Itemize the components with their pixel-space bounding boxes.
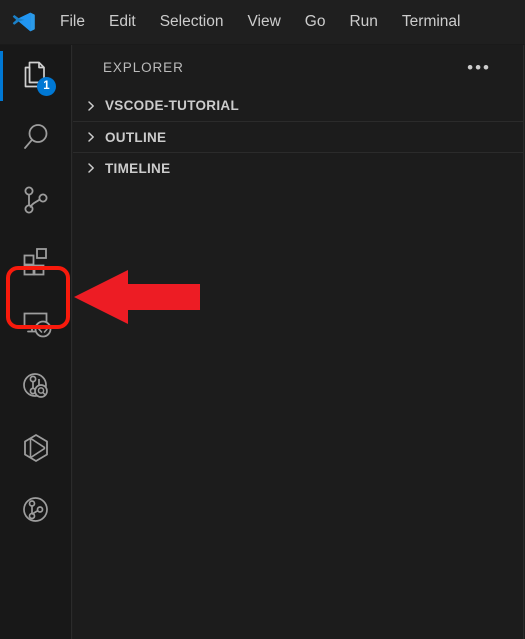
vscode-logo-icon	[0, 0, 48, 45]
activity-bar-item-docker[interactable]	[0, 417, 72, 479]
source-control-icon	[15, 179, 57, 221]
active-indicator	[0, 51, 3, 101]
sidebar-section-outline[interactable]: OUTLINE	[73, 121, 523, 152]
menu-item-file[interactable]: File	[48, 8, 97, 36]
explorer-sidebar: EXPLORER ••• VSCODE-TUTORIAL OUTLINE TIM…	[73, 45, 524, 639]
activity-bar: 1	[0, 45, 72, 639]
testing-icon	[15, 365, 57, 407]
sidebar-section-label: TIMELINE	[105, 160, 171, 176]
menu-item-view[interactable]: View	[235, 8, 292, 36]
page-title: EXPLORER	[103, 60, 184, 75]
sidebar-section-timeline[interactable]: TIMELINE	[73, 152, 523, 183]
activity-bar-item-git-graph[interactable]	[0, 479, 72, 541]
activity-bar-item-search[interactable]	[0, 107, 72, 169]
remote-explorer-icon	[15, 303, 57, 345]
chevron-right-icon	[81, 96, 101, 116]
explorer-badge: 1	[37, 77, 56, 96]
chevron-right-icon	[81, 158, 101, 178]
sidebar-section-label: OUTLINE	[105, 129, 167, 145]
search-icon	[15, 117, 57, 159]
activity-bar-item-source-control[interactable]	[0, 169, 72, 231]
sidebar-section-label: VSCODE-TUTORIAL	[105, 98, 240, 113]
menu-bar: File Edit Selection View Go Run Terminal	[0, 0, 525, 45]
chevron-right-icon	[81, 127, 101, 147]
git-graph-icon	[15, 489, 57, 531]
more-actions-icon[interactable]: •••	[463, 57, 495, 79]
menu-item-selection[interactable]: Selection	[148, 8, 236, 36]
active-indicator	[0, 485, 3, 535]
activity-bar-item-remote-explorer[interactable]	[0, 293, 72, 355]
sidebar-section-vscode-tutorial[interactable]: VSCODE-TUTORIAL	[73, 90, 523, 121]
activity-bar-item-testing[interactable]	[0, 355, 72, 417]
active-indicator	[0, 299, 3, 349]
menu-item-run[interactable]: Run	[337, 8, 389, 36]
activity-bar-item-extensions[interactable]	[0, 231, 72, 293]
vscode-window: File Edit Selection View Go Run Terminal…	[0, 0, 525, 639]
active-indicator	[0, 113, 3, 163]
activity-bar-item-explorer[interactable]: 1	[0, 45, 72, 107]
active-indicator	[0, 423, 3, 473]
menu-item-edit[interactable]: Edit	[97, 8, 148, 36]
active-indicator	[0, 237, 3, 287]
menu-item-list: File Edit Selection View Go Run Terminal	[48, 8, 473, 36]
active-indicator	[0, 175, 3, 225]
menu-item-go[interactable]: Go	[293, 8, 338, 36]
active-indicator	[0, 361, 3, 411]
docker-cube-icon	[15, 427, 57, 469]
sidebar-header: EXPLORER •••	[73, 45, 523, 90]
menu-item-terminal[interactable]: Terminal	[390, 8, 473, 36]
files-icon: 1	[15, 55, 57, 97]
extensions-icon	[15, 241, 57, 283]
